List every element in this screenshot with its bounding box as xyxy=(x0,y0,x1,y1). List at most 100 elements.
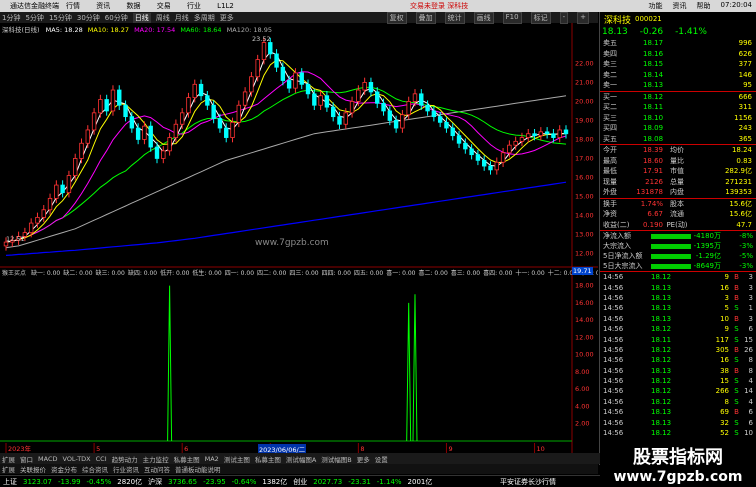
stat-label: PE(动) xyxy=(666,220,688,229)
info-tab[interactable]: 综合资讯 xyxy=(82,464,108,474)
indicator-tab[interactable]: 测试幅图A xyxy=(286,454,316,464)
stat-label: 均价 xyxy=(670,146,684,155)
capital-flow: 净流入额 -4180万 -8% 大宗流入 -1395万 -3% 5日净流入额 -1.29亿 -5… xyxy=(600,231,756,271)
info-tab[interactable]: 资金分布 xyxy=(51,464,77,474)
tick-price: 18.13 xyxy=(651,366,672,375)
period-day[interactable]: 日线 xyxy=(132,12,151,23)
order-row[interactable]: 卖一 18.13 95 xyxy=(600,80,756,91)
period-30min[interactable]: 30分钟 xyxy=(77,13,100,23)
tick-side: B xyxy=(734,408,739,417)
candle-body xyxy=(463,142,468,150)
tick-volume: 38 xyxy=(720,366,729,375)
candle-body xyxy=(526,133,531,138)
order-row[interactable]: 卖五 18.17 996 xyxy=(600,38,756,49)
period-week[interactable]: 周线 xyxy=(156,13,170,23)
info-tab[interactable]: 普通板动能说明 xyxy=(175,464,221,474)
indicator-item: 缺三: 0.00 xyxy=(95,270,125,277)
order-row[interactable]: 买四 18.09 243 xyxy=(600,123,756,134)
flow-value: -1.29亿 xyxy=(695,252,721,260)
tick-count: 1 xyxy=(748,304,753,313)
order-price: 18.13 xyxy=(643,81,664,90)
indicator-tab[interactable]: MA2 xyxy=(205,455,219,463)
order-row[interactable]: 卖三 18.15 377 xyxy=(600,59,756,70)
order-row[interactable]: 买三 18.10 1156 xyxy=(600,113,756,124)
overlay-button[interactable]: 叠加 xyxy=(415,11,436,24)
stat-label: 现量 xyxy=(603,177,617,186)
period-multi[interactable]: 多周期 xyxy=(194,13,215,23)
main-menu: 行情 资讯 数据 交易 行业 L1L2 xyxy=(61,1,243,11)
order-price: 18.09 xyxy=(643,124,664,133)
indicator-tab[interactable]: 更多 xyxy=(357,454,370,464)
period-month[interactable]: 月线 xyxy=(175,13,189,23)
order-row[interactable]: 卖二 18.14 146 xyxy=(600,70,756,81)
tick-list[interactable]: 14:56 18.12 9 B 3 14:56 18.13 16 B 3 14:56 18.13 3 B 3… xyxy=(600,272,756,459)
stat-value: 131878 xyxy=(636,188,663,197)
menu-item-news[interactable]: 资讯 xyxy=(96,2,110,10)
menu-item-data[interactable]: 数据 xyxy=(126,2,140,10)
stat-value: 18.24 xyxy=(731,146,752,155)
tick-price: 18.12 xyxy=(651,387,672,396)
indicator-item: 喜三: 0.00 xyxy=(450,270,481,277)
info-tab[interactable]: 关联报价 xyxy=(20,464,46,474)
tick-row: 14:56 18.12 9 S 6 xyxy=(600,324,756,334)
tick-price: 18.11 xyxy=(651,335,672,344)
indicator-tab[interactable]: 主力监控 xyxy=(143,454,169,464)
indicator-tab[interactable]: CCI xyxy=(96,455,107,463)
menu-func[interactable]: 功能 xyxy=(649,1,663,11)
indicator-tab[interactable]: 私募主图 xyxy=(174,454,200,464)
indicator-tab[interactable]: 测试主图 xyxy=(224,454,250,464)
menu-info[interactable]: 资讯 xyxy=(673,1,687,11)
period-60min[interactable]: 60分钟 xyxy=(105,13,128,23)
menu-item-l1l2[interactable]: L1L2 xyxy=(217,2,234,10)
period-5min[interactable]: 5分钟 xyxy=(25,13,43,23)
order-row[interactable]: 买五 18.08 365 xyxy=(600,134,756,145)
order-row[interactable]: 买一 18.12 666 xyxy=(600,92,756,103)
stat-value: 18.39 xyxy=(642,146,663,155)
indicator-tab[interactable]: 私募主图 xyxy=(255,454,281,464)
order-row[interactable]: 卖四 18.16 626 xyxy=(600,49,756,60)
stats-button[interactable]: 统计 xyxy=(444,11,465,24)
menu-help[interactable]: 帮助 xyxy=(697,1,711,11)
indicator-tab[interactable]: 设置 xyxy=(375,454,388,464)
chart-area[interactable]: 22.00 21.00 20.00 19.00 18.00 17.00 16.00 15.00… xyxy=(0,23,598,454)
trade-status: 交易未登录 深科技 xyxy=(410,2,469,10)
price-tick-label: 15.00 xyxy=(575,192,594,200)
restore-right-button[interactable]: 复权 xyxy=(386,11,407,24)
indicator-tab[interactable]: 窗口 xyxy=(20,454,33,464)
indicator-tab[interactable]: 扩展 xyxy=(2,454,15,464)
period-15min[interactable]: 15分钟 xyxy=(49,13,72,23)
indicator-tab[interactable]: 测试幅图B xyxy=(321,454,351,464)
tick-count: 6 xyxy=(748,418,753,427)
candle-body xyxy=(557,129,562,138)
period-1min[interactable]: 1分钟 xyxy=(2,13,20,23)
info-tab[interactable]: 互动问答 xyxy=(144,464,170,474)
menu-item-quote[interactable]: 行情 xyxy=(66,2,80,10)
candle-body xyxy=(274,53,279,68)
indicator-value: 19.71 xyxy=(572,267,593,275)
order-row[interactable]: 买二 18.11 311 xyxy=(600,102,756,113)
menu-item-trade[interactable]: 交易 xyxy=(157,2,171,10)
ma20-label: MA20: 17.54 xyxy=(134,26,176,34)
info-tab[interactable]: 扩展 xyxy=(2,464,15,474)
zoom-out-button[interactable]: - xyxy=(559,11,569,24)
indicator-tab[interactable]: 趋势动力 xyxy=(112,454,138,464)
f10-button[interactable]: F10 xyxy=(502,11,522,24)
zoom-in-button[interactable]: + xyxy=(577,11,589,24)
tick-volume: 16 xyxy=(720,356,729,365)
index-change: -23.31 xyxy=(348,477,371,486)
indicator-item: 低生: 0.00 xyxy=(192,270,222,277)
indicator-tab[interactable]: VOL-TDX xyxy=(62,455,90,463)
tick-side: S xyxy=(734,356,739,365)
candle-body xyxy=(551,133,556,138)
info-tab[interactable]: 行业资讯 xyxy=(113,464,139,474)
stat-value: 271231 xyxy=(725,177,752,186)
period-more[interactable]: 更多 xyxy=(220,13,234,23)
tick-volume: 266 xyxy=(715,387,729,396)
indicator-item: 四五: 0.00 xyxy=(353,270,384,277)
candle-body xyxy=(79,142,84,159)
menu-item-industry[interactable]: 行业 xyxy=(187,2,201,10)
draw-button[interactable]: 画线 xyxy=(473,11,494,24)
indicator-tab[interactable]: MACD xyxy=(38,455,57,463)
candle-body xyxy=(268,42,273,55)
mark-button[interactable]: 标记 xyxy=(530,11,551,24)
